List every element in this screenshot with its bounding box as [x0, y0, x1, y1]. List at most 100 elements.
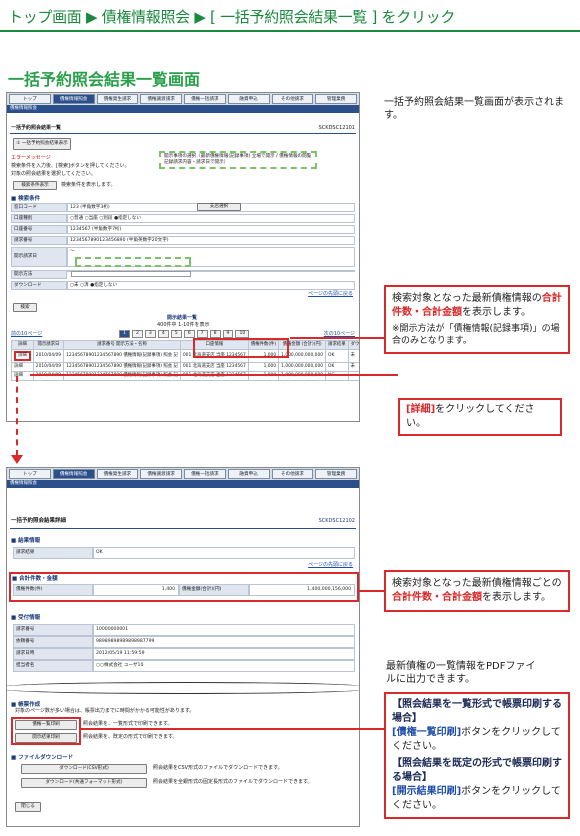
cell-download: 未: [347, 349, 359, 363]
page-number[interactable]: 8: [209, 330, 221, 338]
label-total-count: 債権件数(件): [13, 584, 93, 596]
cell-date: 2010/04/09: [32, 362, 65, 372]
nav-top[interactable]: トップ: [9, 469, 51, 479]
nav-bulk[interactable]: 債権一括請求: [184, 94, 226, 104]
label-request-result: 請求結果: [13, 547, 93, 559]
list-print-button[interactable]: 債権一覧印刷: [15, 720, 77, 730]
condition-display-button[interactable]: 検索条件表示: [13, 181, 57, 190]
nav-inquiry[interactable]: 債権情報照会: [52, 94, 95, 104]
cell-download: 未: [347, 362, 359, 372]
label-disclosure-date: 開示請求日: [11, 247, 67, 267]
label-account-type: 口座種別: [11, 214, 67, 223]
nav-inquiry[interactable]: 債権情報照会: [52, 469, 95, 479]
callout-emphasis: 合計件数・合計金額: [392, 592, 482, 603]
detail-total-callout: 検索対象となった最新債権情報ごとの合計件数・合計金額を表示します。: [384, 570, 570, 612]
page-number[interactable]: 1: [119, 330, 130, 338]
callout-text: 検索対象となった最新債権情報ごとの: [392, 578, 562, 589]
error-message-1: 検索条件を入力後、[検索]ボタンを押してください。: [11, 163, 130, 169]
cell-date: 2010/04/09: [32, 371, 65, 381]
result-list-title: 開示結果一覧: [167, 315, 198, 321]
label-staff-name: 担当者名: [13, 660, 93, 672]
detail-button[interactable]: 詳細: [11, 362, 34, 372]
nav-admin[interactable]: 管理業務: [315, 469, 357, 479]
label-branch-code: 窓口コード: [11, 203, 67, 212]
nav-loan[interactable]: 融資申込: [227, 94, 270, 104]
detail-button[interactable]: 詳細: [11, 371, 34, 381]
page-number[interactable]: 6: [183, 330, 195, 338]
common-format-download-button[interactable]: ダウンロード(共通フォーマット形式): [21, 778, 147, 788]
close-button[interactable]: 閉じる: [15, 802, 41, 812]
section-break: [7, 682, 359, 694]
cell-amount: 1,000,000,000,000: [278, 362, 327, 372]
nav-admin[interactable]: 管理業務: [315, 94, 357, 104]
result-display-button[interactable]: ① 一括予約照会結果表示: [13, 138, 71, 150]
prev-pages-link[interactable]: 前の10ページ: [11, 331, 42, 338]
detail-button[interactable]: 詳細: [11, 349, 34, 363]
connector-line: [80, 728, 384, 730]
nav-loan[interactable]: 融資申込: [227, 469, 270, 479]
global-nav: トップ 債権情報照会 債権発生請求 債権譲渡請求 債権一括請求 融資申込 その他…: [7, 93, 359, 105]
page-number[interactable]: 2: [131, 330, 143, 338]
order-no-value: 98989898989898987799: [93, 636, 355, 648]
print-list-heading: 【照会結果を一覧形式で帳票印刷する場合】: [392, 699, 562, 724]
search-button[interactable]: 検索: [13, 303, 37, 312]
result-print-button[interactable]: 開示結果印刷: [15, 733, 77, 743]
page-number[interactable]: 7: [196, 330, 208, 338]
search-condition-heading: ■ 検索条件: [11, 196, 41, 202]
label-order-no: 依頼番号: [13, 636, 93, 648]
disclosure-method-dropdown[interactable]: [71, 271, 191, 277]
staff-name-value: ○○株式会社 ユーザ10: [93, 660, 355, 672]
nav-transfer[interactable]: 債権譲渡請求: [140, 469, 182, 479]
account-number-field[interactable]: 1234567 (半角数字7桁): [67, 225, 355, 234]
cell-request: 12345678901234567890 債権情報(記録事項) 照会 記: [63, 349, 181, 363]
page-number[interactable]: 10: [235, 330, 250, 338]
col-detail: 詳細: [11, 340, 34, 350]
cell-amount: 1,000,000,000,000: [278, 371, 327, 381]
condition-note: 検索条件を表示します。: [61, 182, 116, 188]
total-columns-highlight: [193, 338, 289, 358]
page-top-link[interactable]: ページの先頭に戻る: [308, 291, 353, 298]
request-no-value: 10000000001: [93, 624, 355, 636]
col-download: ダウンロード: [347, 340, 359, 350]
result-count: 400件中 1-10件を表示: [157, 322, 210, 328]
page-number[interactable]: 9: [222, 330, 234, 338]
connector-line: [30, 374, 398, 376]
branch-select-button[interactable]: 支店選択: [197, 203, 241, 211]
callout-text-end: を表示します。: [482, 592, 551, 603]
screen-code: SCKDSC12101: [318, 125, 355, 131]
flow-arrow-line: [16, 376, 18, 456]
screen-title: 一括予約照会結果詳細: [11, 518, 67, 524]
page-top-link[interactable]: ページの先頭に戻る: [308, 562, 353, 569]
breadcrumb-divider: [0, 30, 580, 32]
sub-menu[interactable]: 債権情報照会: [7, 480, 359, 488]
nav-other[interactable]: その他請求: [271, 469, 314, 479]
nav-transfer[interactable]: 債権譲渡請求: [140, 94, 182, 104]
cell-result: OK: [325, 349, 349, 363]
nav-other[interactable]: その他請求: [271, 94, 314, 104]
error-message-2: 対象の照会結果を選択してください。: [11, 171, 96, 177]
total-callout: 検索対象となった最新債権情報の合計件数・合計金額を表示します。 ※開示方法が「債…: [384, 285, 570, 354]
page-number[interactable]: 3: [144, 330, 156, 338]
label-total-amount: 債権金額(合計)(円): [179, 584, 249, 596]
sub-menu[interactable]: 債権情報照会: [7, 105, 359, 113]
nav-bulk[interactable]: 債権一括請求: [184, 469, 226, 479]
form-heading: ■ 帳票作成: [11, 702, 41, 708]
csv-download-button[interactable]: ダウンロード(CSV形式): [21, 764, 147, 774]
date-hint-box: [75, 257, 191, 267]
result-list-screen: トップ 債権情報照会 債権発生請求 債権譲渡請求 債権一括請求 融資申込 その他…: [6, 92, 360, 422]
cell-request: 12345678901234567890 債権情報(記録事項) 照会 記: [63, 371, 181, 381]
result-info-heading: ■ 結果情報: [11, 538, 41, 544]
nav-issue[interactable]: 債権発生請求: [96, 469, 139, 479]
download-radios[interactable]: ○未 ○済 ●指定しない: [67, 281, 355, 290]
page-number[interactable]: 5: [170, 330, 182, 338]
detail-callout-emphasis: [詳細]: [406, 404, 436, 415]
detail-button-label[interactable]: 詳細: [14, 351, 31, 361]
label-request-number: 請求番号: [11, 236, 67, 245]
cell-date: 2010/04/09: [32, 349, 65, 363]
nav-top[interactable]: トップ: [9, 94, 51, 104]
page-number[interactable]: 4: [157, 330, 169, 338]
cell-download: −: [347, 371, 359, 381]
nav-issue[interactable]: 債権発生請求: [96, 94, 139, 104]
account-type-radios[interactable]: ○普通 ○当座 ○別段 ●指定しない: [67, 214, 355, 223]
request-number-field[interactable]: 1234567890123456890 (半角英数字20文字): [67, 236, 355, 245]
